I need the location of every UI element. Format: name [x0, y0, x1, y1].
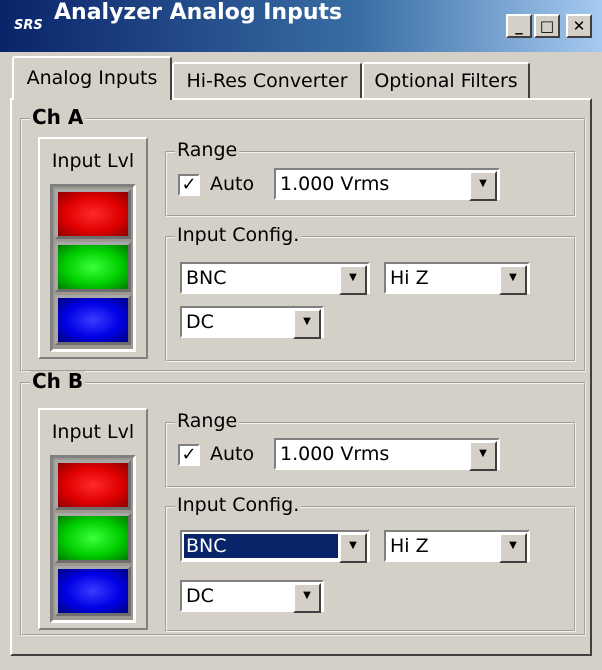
channel-b-coupling-dropdown[interactable]: DC ▼ [180, 580, 324, 613]
minimize-button[interactable]: _ [506, 14, 532, 38]
channel-b-auto-label: Auto [210, 443, 255, 465]
channel-a-range-value: 1.000 Vrms [280, 173, 390, 195]
channel-a-input-level-label: Input Lvl [51, 150, 135, 172]
channel-a-source-dropdown[interactable]: BNC ▼ [180, 262, 370, 295]
channel-b-coupling-value: DC [186, 585, 214, 607]
channel-b-source-dropdown[interactable]: BNC ▼ [180, 530, 370, 563]
chevron-down-icon[interactable]: ▼ [499, 265, 527, 295]
channel-b-input-level-label: Input Lvl [51, 421, 135, 443]
channel-b-level-blue [55, 566, 131, 616]
tab-analog-inputs[interactable]: Analog Inputs [12, 56, 172, 100]
channel-a-range-label: Range [175, 139, 240, 161]
channel-a-impedance-dropdown[interactable]: Hi Z ▼ [384, 262, 530, 295]
chevron-down-icon[interactable]: ▼ [339, 533, 367, 563]
chevron-down-icon[interactable]: ▼ [469, 171, 497, 201]
channel-b-label: Ch B [30, 369, 86, 393]
channel-a-coupling-value: DC [186, 311, 214, 333]
channel-b-input-config-group [165, 506, 576, 632]
channel-a-auto-checkbox[interactable]: ✓ [178, 174, 200, 196]
channel-b-level-red [55, 460, 131, 510]
channel-a-level-green [55, 242, 131, 292]
title-bar[interactable]: SRS Analyzer Analog Inputs _ □ ✕ [0, 0, 602, 52]
channel-b-level-meter [50, 455, 136, 623]
channel-a-impedance-value: Hi Z [390, 267, 429, 289]
tab-optional-filters[interactable]: Optional Filters [362, 62, 530, 98]
channel-b-level-green [55, 513, 131, 563]
chevron-down-icon[interactable]: ▼ [339, 265, 367, 295]
maximize-button[interactable]: □ [534, 14, 560, 38]
channel-a-coupling-dropdown[interactable]: DC ▼ [180, 306, 324, 339]
chevron-down-icon[interactable]: ▼ [293, 309, 321, 339]
chevron-down-icon[interactable]: ▼ [499, 533, 527, 563]
tab-hi-res-converter[interactable]: Hi-Res Converter [172, 62, 362, 98]
channel-b-impedance-value: Hi Z [390, 535, 429, 557]
window-title: Analyzer Analog Inputs [54, 0, 343, 25]
channel-a-source-value: BNC [186, 267, 227, 289]
channel-a-level-meter [50, 184, 136, 352]
channel-b-range-label: Range [175, 410, 240, 432]
channel-b-auto-checkbox[interactable]: ✓ [178, 444, 200, 466]
channel-a-label: Ch A [30, 105, 86, 129]
channel-a-level-blue [55, 295, 131, 345]
channel-b-range-dropdown[interactable]: 1.000 Vrms ▼ [274, 438, 500, 471]
app-logo-icon: SRS [14, 18, 43, 33]
chevron-down-icon[interactable]: ▼ [293, 583, 321, 613]
channel-b-input-config-label: Input Config. [175, 494, 302, 516]
close-button[interactable]: ✕ [566, 14, 592, 38]
channel-a-input-config-group [165, 236, 576, 362]
channel-a-input-config-label: Input Config. [175, 224, 302, 246]
channel-b-source-value: BNC [183, 533, 339, 559]
channel-b-range-value: 1.000 Vrms [280, 443, 390, 465]
channel-b-impedance-dropdown[interactable]: Hi Z ▼ [384, 530, 530, 563]
channel-a-level-red [55, 189, 131, 239]
channel-a-auto-label: Auto [210, 173, 255, 195]
chevron-down-icon[interactable]: ▼ [469, 441, 497, 471]
channel-a-range-dropdown[interactable]: 1.000 Vrms ▼ [274, 168, 500, 201]
